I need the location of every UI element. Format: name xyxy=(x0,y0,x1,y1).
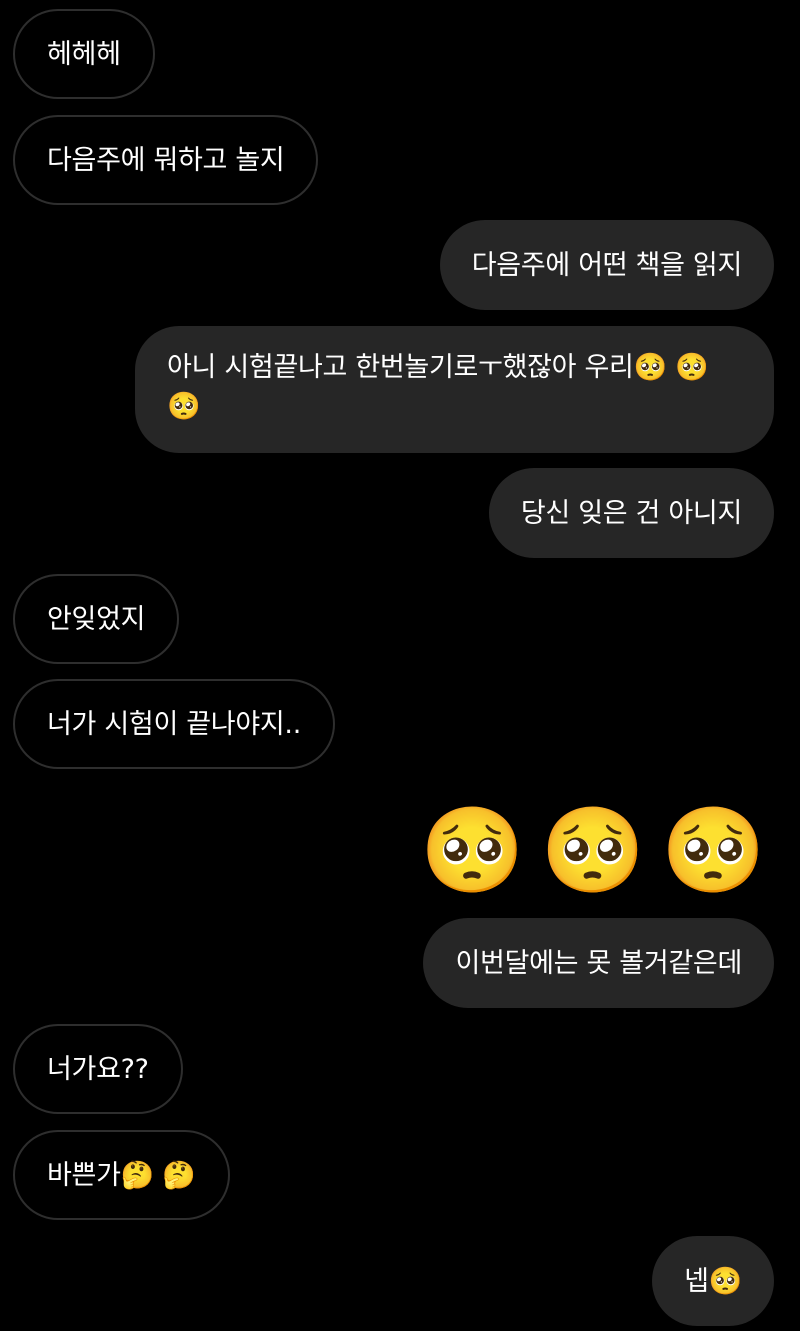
message-text: 헤헤헤 xyxy=(47,38,121,70)
message-text: 너가요?? xyxy=(47,1053,149,1085)
message-bubble-outgoing[interactable]: 다음주에 어떤 책을 읽지 xyxy=(439,220,774,310)
message-bubble-incoming[interactable]: 다음주에 뭐하고 놀지 xyxy=(13,115,319,205)
message-bubble-incoming[interactable]: 바쁜가🤔 🤔 xyxy=(13,1130,230,1220)
message-bubble-incoming[interactable]: 너가요?? xyxy=(13,1024,183,1114)
message-text: 다음주에 어떤 책을 읽지 xyxy=(471,249,743,281)
message-bubble-outgoing[interactable]: 이번달에는 못 볼거같은데 xyxy=(423,918,774,1008)
message-text: 넵🥺 xyxy=(684,1265,742,1297)
pleading-face-icon: 🥺 xyxy=(420,801,525,899)
message-bubble-outgoing[interactable]: 넵🥺 xyxy=(652,1236,774,1326)
message-text: 안잊었지 xyxy=(47,603,146,635)
pleading-face-icon: 🥺 xyxy=(661,801,766,899)
message-bubble-incoming[interactable]: 안잊었지 xyxy=(13,574,180,664)
pleading-face-emoji-message[interactable]: 🥺 🥺 🥺 xyxy=(420,800,766,900)
message-text: 아니 시험끝나고 한번놀기로ㅜ했잖아 우리🥺 🥺 🥺 xyxy=(167,352,709,422)
message-text: 다음주에 뭐하고 놀지 xyxy=(47,144,285,176)
message-bubble-outgoing[interactable]: 당신 잊은 건 아니지 xyxy=(488,468,774,558)
message-text: 이번달에는 못 볼거같은데 xyxy=(455,947,742,979)
message-text: 바쁜가🤔 🤔 xyxy=(47,1159,196,1191)
pleading-face-icon: 🥺 xyxy=(540,801,646,899)
message-bubble-incoming[interactable]: 헤헤헤 xyxy=(13,9,155,99)
message-bubble-incoming[interactable]: 너가 시험이 끝나야지.. xyxy=(13,679,335,769)
message-bubble-outgoing[interactable]: 아니 시험끝나고 한번놀기로ㅜ했잖아 우리🥺 🥺 🥺 xyxy=(135,326,774,453)
message-text: 너가 시험이 끝나야지.. xyxy=(47,708,301,740)
message-text: 당신 잊은 건 아니지 xyxy=(520,497,742,529)
